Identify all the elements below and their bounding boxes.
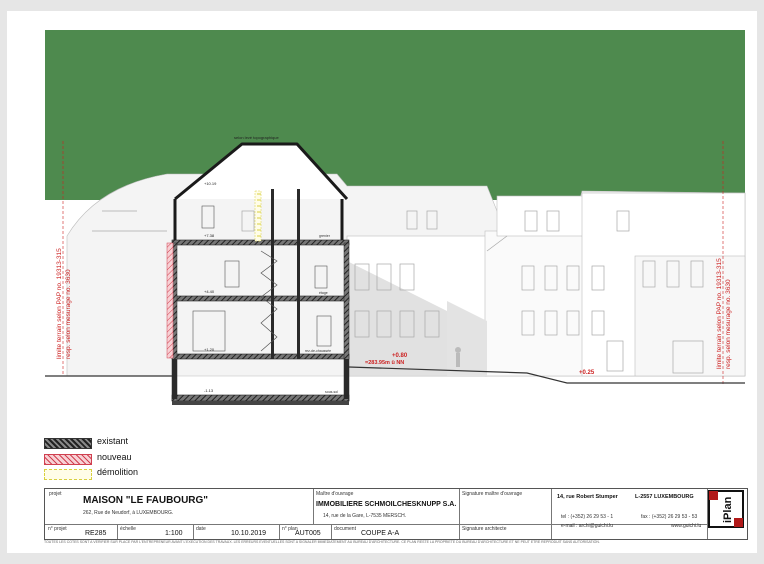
legend-swatch-nouveau <box>44 454 92 465</box>
sky-background <box>45 30 745 200</box>
sig-maitre-label: Signature maître d'ouvrage <box>462 491 523 497</box>
echelle-cell: échelle 1:100 <box>117 525 194 539</box>
terrain-label-right: limite terrain selon PAP no. 19313-315 <box>716 258 723 369</box>
legend-swatch-existant <box>44 438 92 449</box>
sig-arch-label: Signature architecte <box>462 526 507 532</box>
label-etage: étage <box>319 291 328 295</box>
projet-address: 262, Rue de Neudorf, à LUXEMBOURG. <box>83 510 174 516</box>
drawing-sheet: selon levé topographique +10.19 +7.38 +4… <box>7 11 757 553</box>
no-plan-cell: n° plan AUT005 <box>279 525 332 539</box>
legend-label-existant: existant <box>97 436 129 446</box>
office-address: 14, rue Robert Stumper <box>557 494 618 500</box>
document-cell: document COUPE A-A <box>331 525 460 539</box>
maitre-address: 14, rue de la Gare, L-7535 MERSCH. <box>323 513 407 519</box>
document-value: COUPE A-A <box>361 530 400 537</box>
date-cell: date 10.10.2019 <box>193 525 280 539</box>
iplan-logo: iPlan <box>707 489 745 537</box>
level-label-5: -1.13 <box>204 388 214 393</box>
legend-demolition: démolition <box>44 467 184 481</box>
no-projet-cell: n° projet RE285 <box>45 525 118 539</box>
office-email: e-mail : archi@guichi.lu <box>561 523 614 529</box>
office-fax: fax : (+352) 26 29 53 - 53 <box>641 514 698 520</box>
street-level-label: +0.25 <box>579 370 595 376</box>
sig-arch-cell: Signature architecte <box>459 525 552 539</box>
terrain-label-left-2: resp. selon mesurage no. 3630 <box>65 269 72 359</box>
ground-nn-label: =283.95m ü NN <box>365 360 404 366</box>
level-label-1: +10.19 <box>204 181 217 186</box>
maitre-name: IMMOBILIERE SCHMOILCHESKNUPP S.A. <box>316 501 457 508</box>
legend-label-nouveau: nouveau <box>97 452 132 462</box>
roof-note: selon levé topographique <box>234 135 279 140</box>
legend-existant: existant <box>44 436 184 450</box>
level-label-3: +4.40 <box>204 289 215 294</box>
office-city: L-2557 LUXEMBOURG <box>635 494 694 500</box>
no-projet-value: RE285 <box>85 530 107 537</box>
label-sous-sol: sous-sol <box>325 390 338 394</box>
maitre-cell: Maître d'ouvrage IMMOBILIERE SCHMOILCHES… <box>313 489 460 524</box>
projet-title: MAISON "LE FAUBOURG" <box>83 495 209 506</box>
legend-label-demolition: démolition <box>97 467 139 477</box>
logo-text: iPlan <box>722 496 734 523</box>
projet-cell: projet MAISON "LE FAUBOURG" 262, Rue de … <box>45 489 314 524</box>
legend-swatch-demolition <box>44 469 92 480</box>
echelle-value: 1:100 <box>165 530 183 537</box>
legend-nouveau: nouveau <box>44 452 184 466</box>
title-block: projet MAISON "LE FAUBOURG" 262, Rue de … <box>44 488 748 540</box>
no-plan-value: AUT005 <box>295 530 321 537</box>
level-label-2: +7.38 <box>204 233 215 238</box>
section-drawing: selon levé topographique +10.19 +7.38 +4… <box>45 30 746 405</box>
terrain-label-left: limite terrain selon PAP no. 19313-315 <box>56 248 63 359</box>
label-rez: rez-de-chaussée <box>305 349 331 353</box>
no-projet-label: n° projet <box>48 526 67 532</box>
office-cell: 14, rue Robert Stumper L-2557 LUXEMBOURG… <box>551 489 708 539</box>
office-web: www.guichi.lu <box>671 523 702 529</box>
echelle-label: échelle <box>120 526 136 532</box>
sig-maitre-cell: Signature maître d'ouvrage <box>459 489 552 524</box>
terrain-label-right-2: resp. selon mesurage no. 3630 <box>725 279 732 369</box>
maitre-label: Maître d'ouvrage <box>316 491 354 497</box>
level-label-4: +1.20 <box>204 347 215 352</box>
footnote: TOUTES LES COTES SONT A VERIFIER SUR PLA… <box>44 540 600 544</box>
projet-label: projet <box>49 491 62 497</box>
ground-level-label: +0.80 <box>392 353 408 359</box>
office-tel: tel : (+352) 26 29 53 - 1 <box>561 514 614 520</box>
document-label: document <box>334 526 356 532</box>
date-label: date <box>196 526 206 532</box>
date-value: 10.10.2019 <box>231 530 267 537</box>
label-grenier: grenier <box>319 234 331 238</box>
